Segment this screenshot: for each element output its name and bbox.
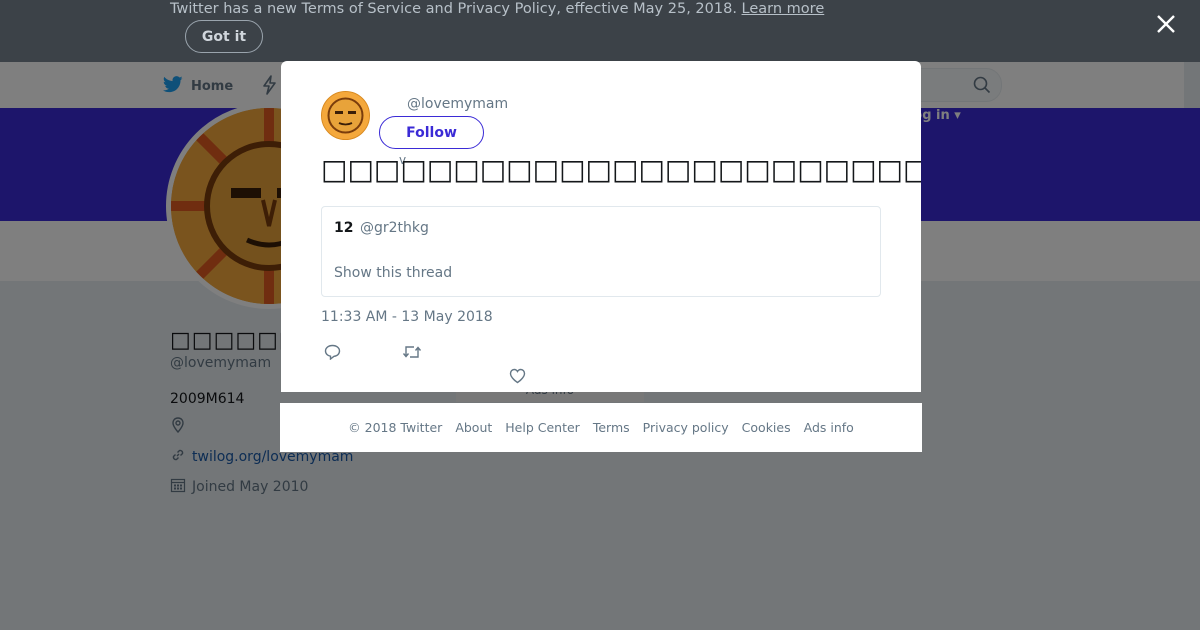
quoted-tweet[interactable]: 12 @gr2thkg Show this thread: [321, 206, 881, 297]
terms-notice-bar: Twitter has a new Terms of Service and P…: [0, 0, 1200, 62]
footer-link-about[interactable]: About: [455, 420, 492, 435]
tweet-timestamp[interactable]: 11:33 AM - 13 May 2018: [321, 309, 493, 325]
modal-footer: © 2018 Twitter About Help Center Terms P…: [280, 403, 922, 452]
retweet-icon[interactable]: [402, 344, 422, 364]
footer-link-help-center[interactable]: Help Center: [505, 420, 580, 435]
tweet-modal: @lovemymam Follow v □□□□□□□□□□□□□□□□□□□□…: [281, 61, 921, 392]
got-it-button[interactable]: Got it: [185, 20, 263, 53]
like-icon[interactable]: [509, 368, 526, 388]
footer-copyright: © 2018 Twitter: [348, 420, 443, 435]
learn-more-link[interactable]: Learn more: [742, 1, 825, 17]
terms-message: Twitter has a new Terms of Service and P…: [170, 1, 824, 17]
tweet-author-handle[interactable]: @lovemymam: [407, 96, 508, 112]
footer-link-ads-info[interactable]: Ads info: [804, 420, 854, 435]
follow-button[interactable]: Follow: [379, 116, 484, 149]
quoted-tweet-header: 12 @gr2thkg: [334, 220, 429, 236]
close-icon[interactable]: [1152, 10, 1180, 38]
tweet-author-avatar[interactable]: [321, 91, 370, 140]
footer-link-cookies[interactable]: Cookies: [742, 420, 791, 435]
reply-icon[interactable]: [324, 344, 341, 364]
quoted-tweet-name: 12: [334, 220, 354, 236]
footer-link-privacy[interactable]: Privacy policy: [643, 420, 729, 435]
tweet-text: □□□□□□□□□□□□□□□□□□□□□□□□□□□□□□□□□□□□□□□□: [321, 153, 921, 186]
footer-link-terms[interactable]: Terms: [593, 420, 630, 435]
terms-message-text: Twitter has a new Terms of Service and P…: [170, 1, 737, 17]
show-thread-link[interactable]: Show this thread: [334, 265, 452, 281]
quoted-tweet-handle: @gr2thkg: [359, 220, 429, 236]
